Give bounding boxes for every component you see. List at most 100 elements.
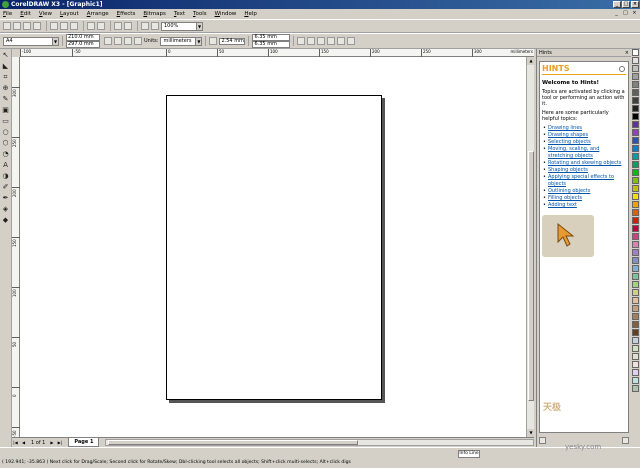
color-swatch[interactable] [632,273,639,280]
color-swatch[interactable] [632,377,639,384]
basic-shapes-tool-icon[interactable]: ◔ [1,150,10,159]
options-icon[interactable] [347,37,356,45]
color-swatch[interactable] [632,345,639,352]
hint-topic-link[interactable]: Adding text [543,202,626,209]
hint-topic-link[interactable]: Outlining objects [543,188,626,195]
color-swatch[interactable] [632,81,639,88]
outline-tool-icon[interactable]: ✒ [1,194,10,203]
vertical-scroll-thumb[interactable] [528,151,534,401]
color-swatch[interactable] [632,281,639,288]
save-icon[interactable] [23,22,31,30]
page-tab[interactable]: Page 1 [68,438,100,447]
last-page-icon[interactable]: ▶| [56,439,63,446]
corel-online-icon[interactable] [151,22,159,30]
horizontal-scroll-thumb[interactable] [108,440,359,445]
snap-objects-icon[interactable] [317,37,326,45]
duplicate-y-field[interactable]: 6.35 mm [252,41,291,48]
color-swatch[interactable] [632,249,639,256]
hints-forward-icon[interactable] [622,437,629,444]
freehand-tool-icon[interactable]: ✎ [1,95,10,104]
menu-help[interactable]: Help [244,11,257,17]
first-page-icon[interactable]: |◀ [12,439,19,446]
close-icon[interactable]: × [625,49,629,57]
color-swatch[interactable] [632,145,639,152]
polygon-tool-icon[interactable]: ⬡ [1,139,10,148]
color-swatch[interactable] [632,265,639,272]
menu-tools[interactable]: Tools [193,11,207,17]
horizontal-scrollbar[interactable] [105,439,534,446]
zoom-tool-icon[interactable]: ⊕ [1,84,10,93]
ruler-origin[interactable] [12,49,20,57]
color-swatch[interactable] [632,297,639,304]
hint-topic-link[interactable]: Filling objects [543,195,626,202]
chevron-down-icon[interactable]: ▼ [195,37,202,45]
scroll-up-icon[interactable]: ▲ [527,57,535,65]
color-swatch[interactable] [632,353,639,360]
menu-layout[interactable]: Layout [60,11,79,17]
paste-icon[interactable] [70,22,78,30]
interactive-blend-tool-icon[interactable]: ◑ [1,172,10,181]
color-swatch[interactable] [632,361,639,368]
color-swatch[interactable] [632,185,639,192]
page-width-field[interactable]: 210.0 mm [66,34,100,41]
hint-topic-link[interactable]: Moving, scaling, and stretching objects [543,146,626,160]
menu-bitmaps[interactable]: Bitmaps [143,11,166,17]
pick-tool-icon[interactable]: ↖ [1,51,10,60]
menu-view[interactable]: View [39,11,52,17]
export-icon[interactable] [124,22,132,30]
hint-topic-link[interactable]: Drawing shapes [543,132,626,139]
minimize-button[interactable]: _ [613,1,621,8]
zoom-level-combo[interactable]: 100% ▼ [161,21,203,31]
menu-effects[interactable]: Effects [117,11,136,17]
color-swatch[interactable] [632,385,639,392]
color-swatch[interactable] [632,161,639,168]
color-swatch[interactable] [632,329,639,336]
app-launcher-icon[interactable] [141,22,149,30]
eyedropper-tool-icon[interactable]: ✐ [1,183,10,192]
treat-as-filled-icon[interactable] [337,37,346,45]
color-swatch[interactable] [632,121,639,128]
shape-tool-icon[interactable]: ◣ [1,62,10,71]
current-page-icon[interactable] [134,37,142,45]
color-swatch[interactable] [632,225,639,232]
color-swatch[interactable] [632,153,639,160]
open-icon[interactable] [13,22,21,30]
maximize-button[interactable]: □ [622,1,630,8]
color-swatch[interactable] [632,105,639,112]
chevron-down-icon[interactable]: ▼ [52,37,58,45]
hint-topic-link[interactable]: Selecting objects [543,139,626,146]
cut-icon[interactable] [50,22,58,30]
color-swatch[interactable] [632,369,639,376]
ellipse-tool-icon[interactable]: ○ [1,128,10,137]
hint-topic-link[interactable]: Applying special effects to objects [543,174,626,188]
undo-icon[interactable] [87,22,95,30]
new-icon[interactable] [3,22,11,30]
portrait-icon[interactable] [104,37,112,45]
smart-fill-tool-icon[interactable]: ▣ [1,106,10,115]
color-swatch[interactable] [632,177,639,184]
color-swatch[interactable] [632,65,639,72]
color-swatch[interactable] [632,217,639,224]
color-swatch[interactable] [632,313,639,320]
menu-arrange[interactable]: Arrange [87,11,109,17]
menu-edit[interactable]: Edit [20,11,31,17]
page-height-field[interactable]: 297.0 mm [66,41,100,48]
drawing-page[interactable] [166,95,382,400]
next-page-icon[interactable]: ▶ [48,439,55,446]
hints-back-icon[interactable] [539,437,546,444]
menu-file[interactable]: File [3,11,12,17]
close-button[interactable]: × [631,1,639,8]
doc-restore-button[interactable]: □ [622,10,629,17]
landscape-icon[interactable] [114,37,122,45]
color-swatch[interactable] [632,89,639,96]
color-swatch[interactable] [632,169,639,176]
hint-topic-link[interactable]: Rotating and skewing objects [543,160,626,167]
interactive-fill-tool-icon[interactable]: ◆ [1,216,10,225]
duplicate-x-field[interactable]: 6.35 mm [252,34,291,41]
color-swatch[interactable] [632,129,639,136]
menu-text[interactable]: Text [174,11,185,17]
previous-page-icon[interactable]: ◀ [20,439,27,446]
vertical-scrollbar[interactable]: ▲ ▼ [526,57,535,437]
color-swatch[interactable] [632,257,639,264]
snap-grid-icon[interactable] [297,37,306,45]
